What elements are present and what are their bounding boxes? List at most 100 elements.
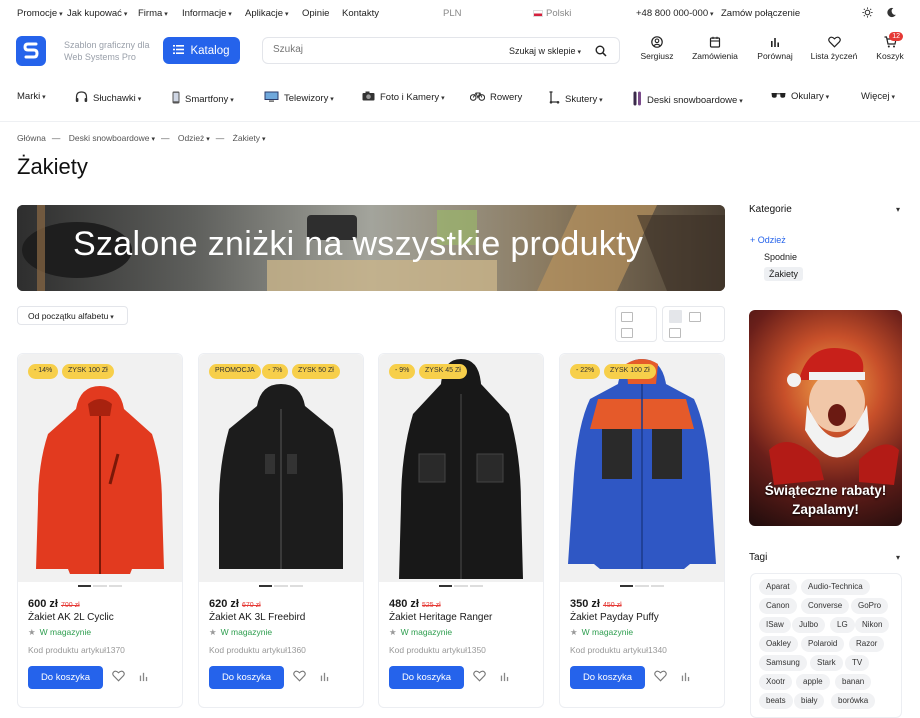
dark-theme-icon[interactable]: [886, 7, 897, 21]
wishlist-icon[interactable]: [654, 670, 667, 685]
breadcrumb-item[interactable]: Główna: [17, 133, 46, 143]
account-button[interactable]: Sergiusz: [640, 36, 674, 61]
product-name[interactable]: Żakiet Payday Puffy: [570, 612, 659, 623]
add-to-cart-button[interactable]: Do koszyka: [209, 666, 284, 689]
promo-banner[interactable]: Szalone zniżki na wszystkie produkty: [17, 205, 725, 291]
product-image[interactable]: [560, 354, 724, 582]
search-icon[interactable]: [595, 45, 607, 60]
tag-item[interactable]: Oakley: [759, 636, 798, 652]
top-link-opinie[interactable]: Opinie: [302, 8, 329, 19]
table-view-icon[interactable]: [669, 328, 681, 338]
compare-button[interactable]: Porównaj: [755, 36, 795, 61]
tag-item[interactable]: beats: [759, 693, 793, 709]
image-pagination[interactable]: [620, 585, 664, 587]
star-icon[interactable]: ★: [570, 627, 578, 637]
christmas-promo-banner[interactable]: Świąteczne rabaty! Zapalamy!: [749, 310, 902, 526]
category-item-odziez[interactable]: + Odzież: [750, 235, 786, 245]
product-card[interactable]: - 14% ZYSK 100 Zł 600 zł 700 zł Żakiet AK…: [17, 353, 183, 708]
phone-number[interactable]: +48 800 000-000: [636, 8, 714, 19]
site-logo[interactable]: [16, 36, 46, 66]
nav-item-sluchawki[interactable]: Słuchawki: [75, 91, 141, 106]
tag-item[interactable]: banan: [835, 674, 872, 690]
nav-item-telewizory[interactable]: Telewizory: [264, 91, 334, 105]
light-theme-icon[interactable]: [862, 7, 873, 21]
product-card[interactable]: - 22% ZYSK 100 Zł 350 zł 450 zł Żakiet Pa…: [559, 353, 725, 708]
tag-item[interactable]: Aparat: [759, 579, 797, 595]
nav-item-wiecej[interactable]: Więcej: [861, 91, 895, 102]
currency-selector[interactable]: PLN: [443, 8, 461, 19]
star-icon[interactable]: ★: [28, 627, 36, 637]
product-image[interactable]: [18, 354, 182, 582]
add-to-cart-button[interactable]: Do koszyka: [28, 666, 103, 689]
list-view-icon[interactable]: [689, 312, 701, 322]
category-item-spodnie[interactable]: Spodnie: [764, 252, 797, 262]
top-link-kontakty[interactable]: Kontakty: [342, 8, 379, 19]
wishlist-icon[interactable]: [112, 670, 125, 685]
search-input[interactable]: [273, 44, 473, 55]
star-icon[interactable]: ★: [209, 627, 217, 637]
tag-item[interactable]: TV: [845, 655, 870, 671]
compare-icon[interactable]: [499, 671, 510, 685]
tag-item[interactable]: LG: [830, 617, 855, 633]
tag-item[interactable]: biały: [794, 693, 825, 709]
tag-item[interactable]: Stark: [810, 655, 843, 671]
top-link-promocje[interactable]: Promocje: [17, 8, 63, 19]
chevron-down-icon[interactable]: ▾: [896, 205, 900, 214]
tag-item[interactable]: Audio-Technica: [801, 579, 870, 595]
image-pagination[interactable]: [439, 585, 483, 587]
chevron-down-icon[interactable]: ▾: [896, 553, 900, 562]
image-pagination[interactable]: [78, 585, 122, 587]
cart-button[interactable]: 12 Koszyk: [874, 32, 906, 61]
compare-icon[interactable]: [138, 671, 149, 685]
tag-item[interactable]: apple: [796, 674, 830, 690]
wishlist-icon[interactable]: [293, 670, 306, 685]
product-name[interactable]: Żakiet AK 2L Cyclic: [28, 612, 114, 623]
add-to-cart-button[interactable]: Do koszyka: [570, 666, 645, 689]
tag-item[interactable]: Julbo: [792, 617, 826, 633]
tag-item[interactable]: borówka: [831, 693, 876, 709]
tag-item[interactable]: Razor: [849, 636, 885, 652]
orders-button[interactable]: Zamówienia: [690, 36, 740, 61]
compare-icon[interactable]: [319, 671, 330, 685]
product-name[interactable]: Żakiet Heritage Ranger: [389, 612, 492, 623]
nav-item-marki[interactable]: Marki: [17, 91, 46, 102]
search-scope-dropdown[interactable]: Szukaj w sklepie: [509, 46, 581, 56]
wishlist-icon[interactable]: [473, 670, 486, 685]
catalog-button[interactable]: Katalog: [163, 37, 240, 64]
product-image[interactable]: [379, 354, 543, 582]
tag-item[interactable]: ISaw: [759, 617, 791, 633]
category-item-zakiety[interactable]: Żakiety: [764, 267, 804, 281]
nav-item-smartfony[interactable]: Smartfony: [172, 91, 234, 107]
callback-link[interactable]: Zamów połączenie: [721, 8, 800, 19]
product-image[interactable]: [199, 354, 363, 582]
breadcrumb-item[interactable]: Odzież: [178, 133, 210, 143]
product-card[interactable]: - 9% ZYSK 45 Zł 480 zł 525 zł Żakiet Heri…: [378, 353, 544, 708]
tag-item[interactable]: Canon: [759, 598, 797, 614]
compact-grid-view-icon[interactable]: [669, 310, 682, 323]
nav-item-foto-i-kamery[interactable]: Foto i Kamery: [362, 91, 445, 104]
grid-view-icon[interactable]: [621, 312, 633, 322]
product-card[interactable]: PROMOCJA - 7% ZYSK 50 Zł 620 zł 670 zł Ża…: [198, 353, 364, 708]
nav-item-deski-snowboardowe[interactable]: Deski snowboardowe: [633, 91, 743, 109]
top-link-informacje[interactable]: Informacje: [182, 8, 232, 19]
sort-dropdown[interactable]: Od początku alfabetu: [17, 306, 128, 325]
image-pagination[interactable]: [259, 585, 303, 587]
tag-item[interactable]: Samsung: [759, 655, 807, 671]
star-icon[interactable]: ★: [389, 627, 397, 637]
top-link-jak-kupowac[interactable]: Jak kupować: [67, 8, 127, 19]
tag-item[interactable]: Polaroid: [801, 636, 845, 652]
nav-item-okulary[interactable]: Okulary: [771, 91, 829, 102]
wishlist-button[interactable]: Lista życzeń: [808, 36, 860, 61]
top-link-aplikacje[interactable]: Aplikacje: [245, 8, 289, 19]
tag-item[interactable]: GoPro: [851, 598, 889, 614]
tag-item[interactable]: Converse: [801, 598, 850, 614]
breadcrumb-item[interactable]: Deski snowboardowe: [69, 133, 155, 143]
product-name[interactable]: Żakiet AK 3L Freebird: [209, 612, 305, 623]
tile-view-icon[interactable]: [621, 328, 633, 338]
language-selector[interactable]: Polski: [533, 8, 571, 19]
nav-item-rowery[interactable]: Rowery: [469, 91, 522, 104]
top-link-firma[interactable]: Firma: [138, 8, 168, 19]
tag-item[interactable]: Xootr: [759, 674, 793, 690]
nav-item-skutery[interactable]: Skutery: [548, 91, 603, 107]
add-to-cart-button[interactable]: Do koszyka: [389, 666, 464, 689]
